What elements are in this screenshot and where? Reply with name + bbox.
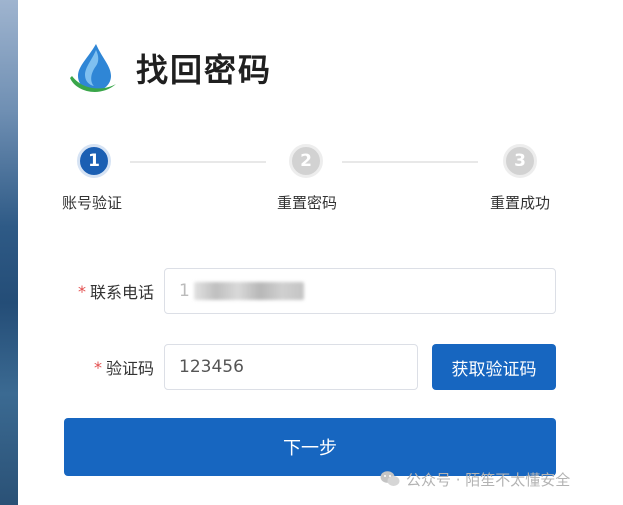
background-image-strip xyxy=(0,0,18,505)
step-connector-1 xyxy=(130,161,266,163)
step-2-label: 重置密码 xyxy=(277,194,338,212)
phone-row: * 联系电话 1 xyxy=(18,268,623,314)
step-1-circle: 1 xyxy=(77,144,111,178)
page-header: 找回密码 xyxy=(66,40,272,96)
required-mark: * xyxy=(93,357,102,377)
wechat-icon xyxy=(380,471,400,486)
water-drop-logo-icon xyxy=(70,44,116,92)
reset-password-card: 找回密码 1 2 3 账号验证 重置密码 重置成功 * 联系电话 1 * 验证码 xyxy=(18,0,623,505)
progress-steps: 1 2 3 账号验证 重置密码 重置成功 xyxy=(18,140,623,220)
code-label: * 验证码 xyxy=(93,357,154,379)
get-code-button[interactable]: 获取验证码 xyxy=(432,344,556,390)
watermark: 公众号 · 陌笙不太懂安全 xyxy=(380,466,570,492)
phone-label: * 联系电话 xyxy=(77,281,154,303)
required-mark: * xyxy=(77,281,86,301)
step-3-label: 重置成功 xyxy=(490,194,551,212)
step-3-circle: 3 xyxy=(503,144,537,178)
verification-code-field[interactable]: 123456 xyxy=(164,344,418,390)
blurred-phone-number xyxy=(193,282,304,300)
page-title: 找回密码 xyxy=(136,51,273,89)
phone-field[interactable]: 1 xyxy=(164,268,556,314)
step-connector-2 xyxy=(342,161,478,163)
step-1-label: 账号验证 xyxy=(62,194,123,212)
step-2-circle: 2 xyxy=(289,144,323,178)
code-row: * 验证码 123456 获取验证码 xyxy=(18,344,623,390)
